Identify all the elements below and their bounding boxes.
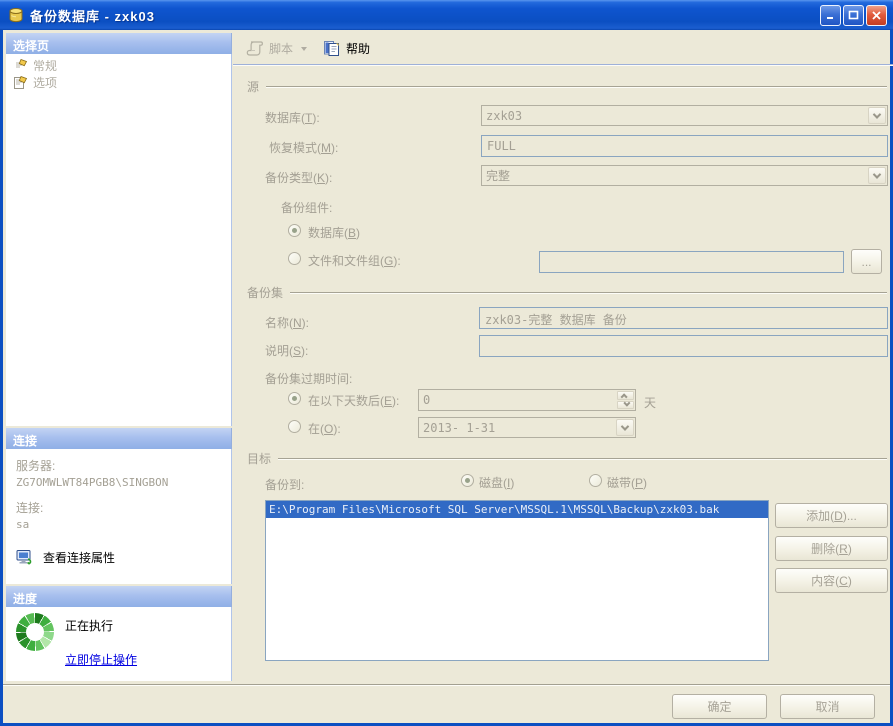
ok-button[interactable]: 确定 [672,694,767,719]
toolbar: 脚本 帮助 [233,33,893,63]
sidebar-item-label: 常规 [33,57,57,74]
destination-group-label: 目标 [247,450,271,467]
connection-value: sa [16,518,231,531]
days-spinner[interactable]: 0 [418,389,636,411]
backup-database-dialog: 备份数据库 - zxk03 选择页 常规 [0,0,893,726]
files-filegroups-field[interactable] [539,251,844,273]
sidebar-item-options[interactable]: 选项 [10,74,227,91]
backup-component-label: 备份组件: [281,199,332,216]
maximize-button[interactable] [843,5,864,26]
backup-type-combo-value: 完整 [486,167,510,184]
database-label: 数据库(T): [265,109,320,126]
chevron-down-icon[interactable] [868,107,886,124]
minimize-button[interactable] [820,5,841,26]
database-icon [8,7,24,23]
radio-database-label: 数据库(B) [308,224,360,241]
connection-label: 连接: [16,499,231,516]
database-combo-value: zxk03 [486,109,522,123]
script-icon[interactable] [245,39,265,57]
help-icon[interactable] [323,40,340,57]
description-label: 说明(S): [265,342,308,359]
sidebar-item-label: 选项 [33,74,57,91]
radio-expire-after-days-label: 在以下天数后(E): [308,392,399,409]
backup-type-label: 备份类型(K): [265,169,332,186]
divider [278,458,887,460]
connection-panel: 服务器: ZG7OMWLWT84PGB8\SINGBON 连接: sa 查看连接… [6,449,232,584]
progress-header: 进度 [6,586,232,607]
divider [266,86,887,88]
main-panel: 脚本 帮助 源 数据库(T): zxk03 恢复模式(M): FULL 备份类型… [233,30,893,684]
maximize-icon [848,10,859,21]
server-label: 服务器: [16,457,231,474]
recovery-model-field[interactable]: FULL [481,135,888,157]
backup-destination-list[interactable]: E:\Program Files\Microsoft SQL Server\MS… [265,500,769,661]
progress-spinner-icon [16,613,54,651]
divider [290,292,887,294]
progress-status: 正在执行 [65,617,113,634]
radio-tape[interactable] [589,474,602,487]
expire-date-combo[interactable]: 2013- 1-31 [418,417,636,438]
radio-files-filegroups-label: 文件和文件组(G): [308,252,401,269]
radio-expire-on-date[interactable] [288,420,301,433]
expire-date-value: 2013- 1-31 [423,421,495,435]
radio-expire-after-days[interactable] [288,392,301,405]
chevron-down-icon[interactable] [616,419,634,436]
days-unit-label: 天 [644,394,656,411]
radio-files-filegroups[interactable] [288,252,301,265]
close-button[interactable] [866,5,887,26]
days-spinner-value: 0 [423,393,430,407]
backup-to-label: 备份到: [265,476,304,493]
radio-expire-on-date-label: 在(O): [308,420,341,437]
select-page-panel: 常规 选项 [6,54,232,426]
title-bar[interactable]: 备份数据库 - zxk03 [0,0,893,30]
connection-header: 连接 [6,428,232,449]
name-label: 名称(N): [265,314,309,331]
chevron-down-icon[interactable] [868,167,886,184]
source-group-label: 源 [247,78,259,95]
add-button[interactable]: 添加(D)... [775,503,888,528]
backup-path-row[interactable]: E:\Program Files\Microsoft SQL Server\MS… [266,501,768,518]
description-field[interactable] [479,335,888,357]
name-field[interactable]: zxk03-完整 数据库 备份 [479,307,888,329]
database-combo[interactable]: zxk03 [481,105,888,126]
view-connection-properties[interactable]: 查看连接属性 [16,549,231,566]
close-icon [871,10,882,21]
backup-type-combo[interactable]: 完整 [481,165,888,186]
script-dropdown-icon[interactable] [301,47,307,51]
expire-label: 备份集过期时间: [265,370,352,387]
page-pencil-icon [13,75,28,90]
browse-button[interactable]: ... [851,249,882,274]
cancel-button[interactable]: 取消 [780,694,875,719]
minimize-icon [825,10,836,21]
backup-set-group: 备份集 [247,284,887,301]
view-connection-properties-label: 查看连接属性 [43,549,115,566]
progress-panel: 正在执行 立即停止操作 [6,607,232,681]
radio-database[interactable] [288,224,301,237]
help-button[interactable]: 帮助 [346,40,370,57]
window-title: 备份数据库 - zxk03 [30,6,155,25]
remove-button[interactable]: 删除(R) [775,536,888,561]
spin-up-icon[interactable] [617,391,634,400]
radio-tape-label: 磁带(P) [607,474,647,491]
destination-group: 目标 [247,450,887,467]
select-page-header: 选择页 [6,33,232,54]
radio-disk-label: 磁盘(I) [479,474,514,491]
computer-monitor-icon [16,549,34,566]
source-group: 源 [247,78,887,95]
server-value: ZG7OMWLWT84PGB8\SINGBON [16,476,231,489]
recovery-model-label: 恢复模式(M): [269,139,338,156]
spin-down-icon[interactable] [617,401,634,410]
page-pencil-icon [13,58,28,73]
sidebar-item-general[interactable]: 常规 [10,57,227,74]
script-button[interactable]: 脚本 [269,40,293,57]
stop-action-link[interactable]: 立即停止操作 [65,651,137,668]
radio-disk[interactable] [461,474,474,487]
backup-set-group-label: 备份集 [247,284,283,301]
toolbar-separator [233,64,893,66]
contents-button[interactable]: 内容(C) [775,568,888,593]
footer-separator [3,684,890,686]
